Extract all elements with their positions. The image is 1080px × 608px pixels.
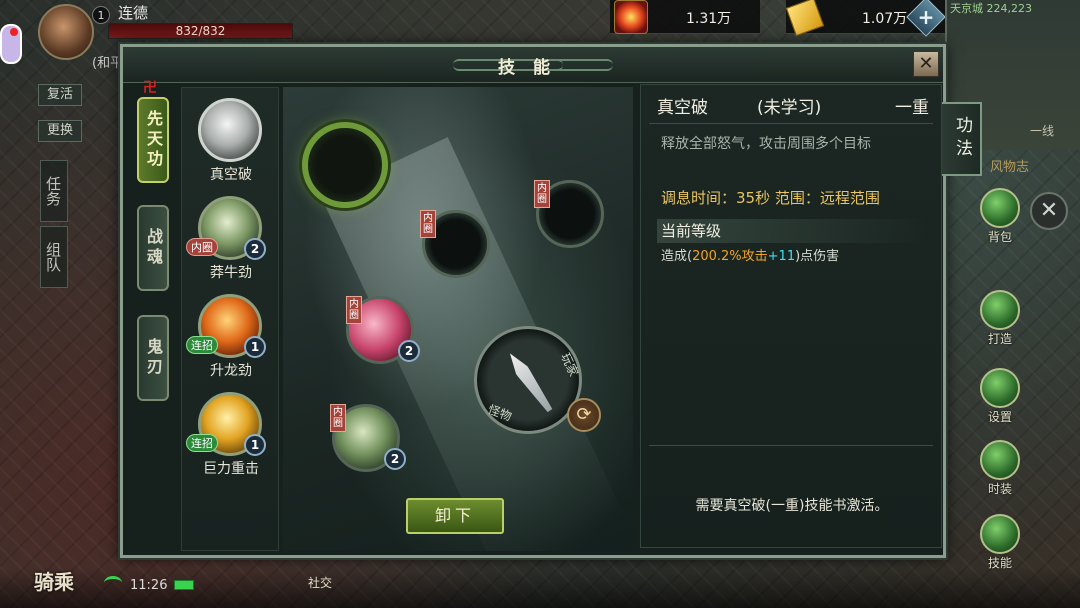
tab-quest[interactable]: 任务 bbox=[40, 160, 68, 222]
skill-name: 真空破 bbox=[210, 167, 252, 183]
slot-tag-inner: 内圈 bbox=[330, 404, 346, 432]
zhenkongpo-icon bbox=[198, 98, 262, 162]
battery-icon bbox=[174, 580, 194, 590]
fengwuzhi-link[interactable]: 风物志 bbox=[990, 156, 1029, 175]
tag-combo: 连招 bbox=[186, 434, 218, 452]
bag-button[interactable]: 背包 bbox=[975, 188, 1025, 246]
minimap-coordinates: 天京城 224,223 bbox=[950, 2, 1032, 15]
effect-prefix: 造成( bbox=[661, 249, 693, 264]
unload-button[interactable]: 卸下 bbox=[406, 498, 504, 534]
skill-item-shenglongjin[interactable]: 连招 1 升龙劲 bbox=[182, 288, 280, 384]
panel-header: 技能 ✕ bbox=[123, 47, 943, 83]
slot-level-badge: 2 bbox=[398, 340, 420, 362]
resource-gold-value: 1.07万 bbox=[862, 11, 908, 27]
clock: 11:26 bbox=[130, 578, 168, 593]
skill-level-badge: 2 bbox=[244, 238, 266, 260]
slot-tag-inner: 内圈 bbox=[534, 180, 550, 208]
forge-icon bbox=[980, 290, 1020, 330]
tag-inner: 内圈 bbox=[186, 238, 218, 256]
tag-combo: 连招 bbox=[186, 336, 218, 354]
skill-item-julizhongji[interactable]: 连招 1 巨力重击 bbox=[182, 386, 280, 482]
tab-xiantiangong[interactable]: 先天功 bbox=[137, 97, 169, 183]
tab-guiren[interactable]: 鬼刃 bbox=[137, 315, 169, 401]
skill-book-icon bbox=[980, 514, 1020, 554]
skill-item-mangniujin[interactable]: 内圈 2 莽牛劲 bbox=[182, 190, 280, 286]
activation-requirement: 需要真空破(一重)技能书激活。 bbox=[695, 498, 889, 514]
skill-item-zhenkongpo[interactable]: 真空破 bbox=[182, 92, 280, 188]
skill-info-stats: 调息时间：35秒 范围：远程范围 bbox=[661, 189, 880, 207]
main-skill-slot[interactable] bbox=[302, 122, 388, 208]
fashion-button[interactable]: 时装 bbox=[975, 440, 1025, 498]
skill-info-panel: 真空破 (未学习) 一重 释放全部怒气，攻击周围多个目标 调息时间：35秒 范围… bbox=[640, 84, 942, 548]
tab-team[interactable]: 组队 bbox=[40, 226, 68, 288]
skill-level-badge: 1 bbox=[244, 434, 266, 456]
fashion-icon bbox=[980, 440, 1020, 480]
social-button[interactable]: 社交 bbox=[308, 574, 332, 591]
fashion-label: 时装 bbox=[987, 482, 1012, 496]
divider bbox=[649, 445, 933, 446]
settings-button[interactable]: 设置 bbox=[975, 368, 1025, 426]
revive-button[interactable]: 复活 bbox=[38, 84, 82, 106]
skill-info-grade: 一重 bbox=[895, 98, 929, 118]
skill-name: 巨力重击 bbox=[203, 461, 259, 477]
tab-gongfa[interactable]: 功法 bbox=[942, 102, 982, 176]
skill-info-description: 释放全部怒气，攻击周围多个目标 bbox=[661, 136, 871, 152]
effect-attack: 200.2%攻击 bbox=[692, 249, 768, 264]
gem-icon bbox=[614, 0, 648, 34]
close-menu-icon[interactable]: ✕ bbox=[1030, 192, 1068, 230]
skill-info-effect: 造成(200.2%攻击+11)点伤害 bbox=[661, 245, 839, 264]
current-level-header: 当前等级 bbox=[657, 219, 927, 243]
notification-dot bbox=[10, 28, 18, 36]
skill-list: 真空破 内圈 2 莽牛劲 连招 1 升龙劲 连招 1 巨力重击 bbox=[181, 87, 279, 551]
category-marker-icon: 卍 bbox=[143, 80, 157, 96]
skill-info-status: (未学习) bbox=[757, 98, 822, 118]
plus-icon: + bbox=[917, 5, 935, 29]
sword-icon bbox=[504, 349, 556, 414]
resource-gem-value: 1.31万 bbox=[686, 11, 732, 27]
switch-button[interactable]: 更换 bbox=[38, 120, 82, 142]
server-line-label[interactable]: 一线 bbox=[1030, 122, 1054, 139]
wifi-icon bbox=[104, 576, 122, 590]
skill-info-name: 真空破 bbox=[657, 98, 708, 118]
slot-level-badge: 2 bbox=[384, 448, 406, 470]
effect-suffix: )点伤害 bbox=[795, 249, 840, 264]
slot-tag-inner: 内圈 bbox=[346, 296, 362, 324]
player-name: 连德 bbox=[118, 4, 149, 22]
skill-menu-button[interactable]: 技能 bbox=[975, 514, 1025, 572]
forge-button[interactable]: 打造 bbox=[975, 290, 1025, 348]
slot-tag-inner: 内圈 bbox=[420, 210, 436, 238]
bag-label: 背包 bbox=[987, 230, 1012, 244]
player-level-badge: 1 bbox=[92, 6, 110, 24]
forge-label: 打造 bbox=[987, 332, 1012, 346]
effect-bonus: +11 bbox=[767, 249, 796, 264]
skill-name: 莽牛劲 bbox=[210, 265, 252, 281]
hp-bar: 832/832 bbox=[108, 23, 293, 39]
skill-name: 升龙劲 bbox=[210, 363, 252, 379]
settings-label: 设置 bbox=[987, 410, 1012, 424]
bag-icon bbox=[980, 188, 1020, 228]
skill-level-badge: 1 bbox=[244, 336, 266, 358]
panel-title: 技能 bbox=[498, 58, 568, 78]
gear-icon bbox=[980, 368, 1020, 408]
swap-icon[interactable]: ⟳ bbox=[567, 398, 601, 432]
pk-mode-label[interactable]: (和平 bbox=[92, 52, 123, 71]
divider bbox=[649, 123, 933, 124]
ride-button[interactable]: 骑乘 bbox=[34, 566, 74, 595]
tab-zhanhun[interactable]: 战魂 bbox=[137, 205, 169, 291]
close-button[interactable]: ✕ bbox=[913, 51, 939, 77]
quest-sidebar: 任务 组队 bbox=[40, 160, 70, 292]
player-avatar[interactable] bbox=[38, 4, 94, 60]
